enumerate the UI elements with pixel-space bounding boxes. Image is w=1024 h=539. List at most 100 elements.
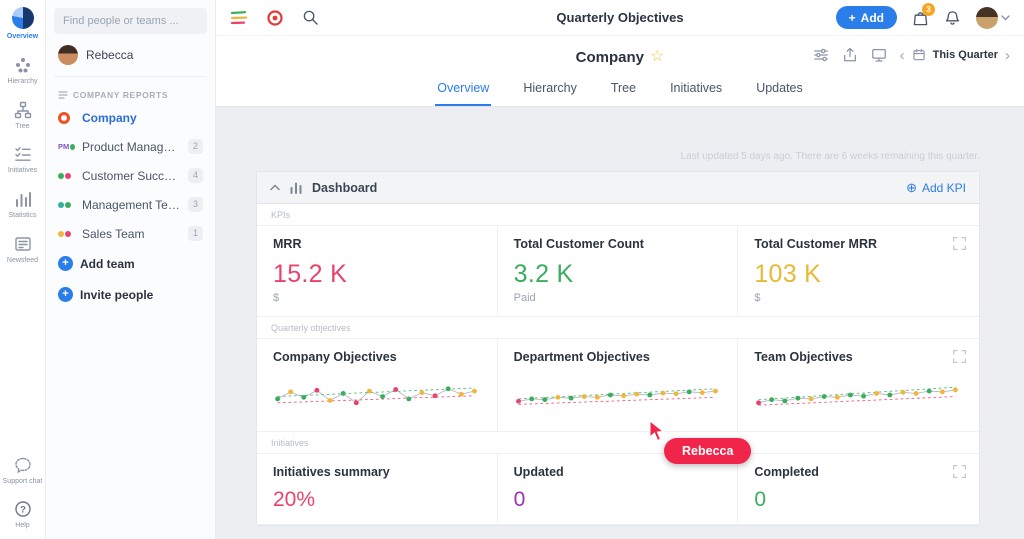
product-management-team-icon: PM [58,142,75,151]
dashboard-header[interactable]: Dashboard ⊕ Add KPI [257,172,979,204]
record-icon[interactable] [266,9,284,27]
bell-icon[interactable] [944,9,961,27]
team-label: Management Team [82,198,181,212]
quarter-label[interactable]: This Quarter [933,49,998,61]
page-header-title: Quarterly Objectives [556,10,683,25]
chart-card-company-objectives[interactable]: Company Objectives [257,339,498,431]
chevron-up-icon[interactable] [270,184,280,191]
chart-card-team-objectives[interactable]: Team Objectives [738,339,979,431]
chevron-left-icon[interactable]: ‹ [900,48,905,63]
action-label: Invite people [80,288,153,302]
sidebar-item-tree[interactable]: Tree [0,101,45,132]
tab-hierarchy[interactable]: Hierarchy [521,76,579,106]
sidebar-item-initiatives[interactable]: Initiatives [0,145,45,176]
bar-chart-icon [289,181,303,195]
department-objectives-sparkline [514,371,720,419]
add-kpi-button[interactable]: ⊕ Add KPI [906,181,966,195]
presentation-icon[interactable] [871,47,887,63]
plus-circle-icon: + [58,256,73,271]
profile-menu-button[interactable] [976,7,1010,29]
initiative-value: 0 [754,488,963,512]
statistics-icon [14,190,32,208]
initiative-value: 20% [273,488,481,512]
rail-label: Overview [5,33,40,42]
calendar-icon [912,48,926,62]
initiatives-summary-card[interactable]: Initiatives summary 20% [257,454,498,524]
kpi-unit: $ [754,292,963,304]
rail-label: Initiatives [6,167,39,176]
team-count-badge: 2 [188,139,203,154]
section-title: COMPANY REPORTS [73,90,168,100]
kpi-card-total-customer-count[interactable]: Total Customer Count 3.2 K Paid [498,226,739,316]
search-input[interactable] [54,8,207,34]
sidebar-item-statistics[interactable]: Statistics [0,190,45,221]
rail-label: Hierarchy [6,78,40,87]
action-label: Add team [80,257,135,271]
search-icon[interactable] [302,9,319,26]
dashboard-panel: Dashboard ⊕ Add KPI KPIs MRR 15.2 K $ To… [256,171,980,526]
team-label: Company [82,111,203,125]
kpi-row: MRR 15.2 K $ Total Customer Count 3.2 K … [257,225,979,317]
chart-title: Team Objectives [754,350,963,364]
company-reports-section-header: COMPANY REPORTS [58,90,203,100]
main-area: Quarterly Objectives + Add 3 [216,0,1024,539]
sidebar-item-newsfeed[interactable]: Newsfeed [0,235,45,266]
sales-team-icon [58,231,75,237]
initiatives-updated-card[interactable]: Updated 0 [498,454,739,524]
sidebar-item-user-rebecca[interactable]: Rebecca [54,34,207,77]
sidebar-item-management-team[interactable]: Management Team 3 [54,190,207,219]
expand-icon[interactable] [952,464,967,479]
tab-initiatives[interactable]: Initiatives [668,76,724,106]
cart-count-badge: 3 [922,3,935,16]
initiatives-row: Initiatives summary 20% Updated 0 Comple… [257,453,979,525]
initiative-value: 0 [514,488,722,512]
last-updated-note: Last updated 5 days ago. There are 6 wee… [256,151,980,162]
tab-overview[interactable]: Overview [435,76,491,106]
chevron-right-icon[interactable]: › [1005,48,1010,63]
help-button[interactable]: ? Help [0,500,45,531]
sidebar-item-sales-team[interactable]: Sales Team 1 [54,219,207,248]
sidebar-item-company[interactable]: Company [54,104,207,132]
invite-people-button[interactable]: + Invite people [54,279,207,310]
expand-icon[interactable] [952,349,967,364]
chart-title: Department Objectives [514,350,722,364]
tab-updates[interactable]: Updates [754,76,805,106]
support-chat-button[interactable]: Support chat [0,456,45,487]
sidebar-item-product-management[interactable]: PM Product Managem... 2 [54,132,207,161]
kpi-card-total-customer-mrr[interactable]: Total Customer MRR 103 K $ [738,226,979,316]
management-team-icon [58,202,75,208]
page-title: Company [576,49,644,66]
export-icon[interactable] [842,47,858,63]
app-window: Overview Hierarchy Tree Initiatives Stat… [0,0,1024,539]
tab-tree[interactable]: Tree [609,76,638,106]
add-button[interactable]: + Add [836,6,897,29]
rail-label: Statistics [6,212,38,221]
rail-label: Support chat [1,478,45,487]
kpi-unit: $ [273,292,481,304]
star-icon[interactable]: ☆ [650,49,664,65]
objectives-chart-row: Company Objectives Department Objectives… [257,338,979,432]
kpi-card-mrr[interactable]: MRR 15.2 K $ [257,226,498,316]
page-tabs: Overview Hierarchy Tree Initiatives Upda… [216,76,1024,106]
sidebar-item-overview[interactable]: Overview [0,7,45,42]
sidebar-item-hierarchy[interactable]: Hierarchy [0,56,45,87]
kpi-value: 103 K [754,260,963,289]
menu-logo-icon[interactable] [230,9,248,27]
team-objectives-sparkline [754,371,960,419]
initiative-title: Completed [754,465,963,479]
initiative-title: Updated [514,465,722,479]
filter-sliders-icon[interactable] [813,47,829,63]
team-count-badge: 1 [188,226,203,241]
circle-plus-icon: ⊕ [906,181,917,194]
avatar [976,7,998,29]
shopping-bag-button[interactable]: 3 [912,9,929,27]
add-kpi-label: Add KPI [922,181,966,195]
expand-icon[interactable] [952,236,967,251]
initiatives-completed-card[interactable]: Completed 0 [738,454,979,524]
initiatives-icon [14,145,32,163]
nav-rail: Overview Hierarchy Tree Initiatives Stat… [0,0,46,539]
chart-card-department-objectives[interactable]: Department Objectives [498,339,739,431]
add-team-button[interactable]: + Add team [54,248,207,279]
sidebar-item-customer-success[interactable]: Customer Success 4 [54,161,207,190]
tree-icon [14,101,32,119]
